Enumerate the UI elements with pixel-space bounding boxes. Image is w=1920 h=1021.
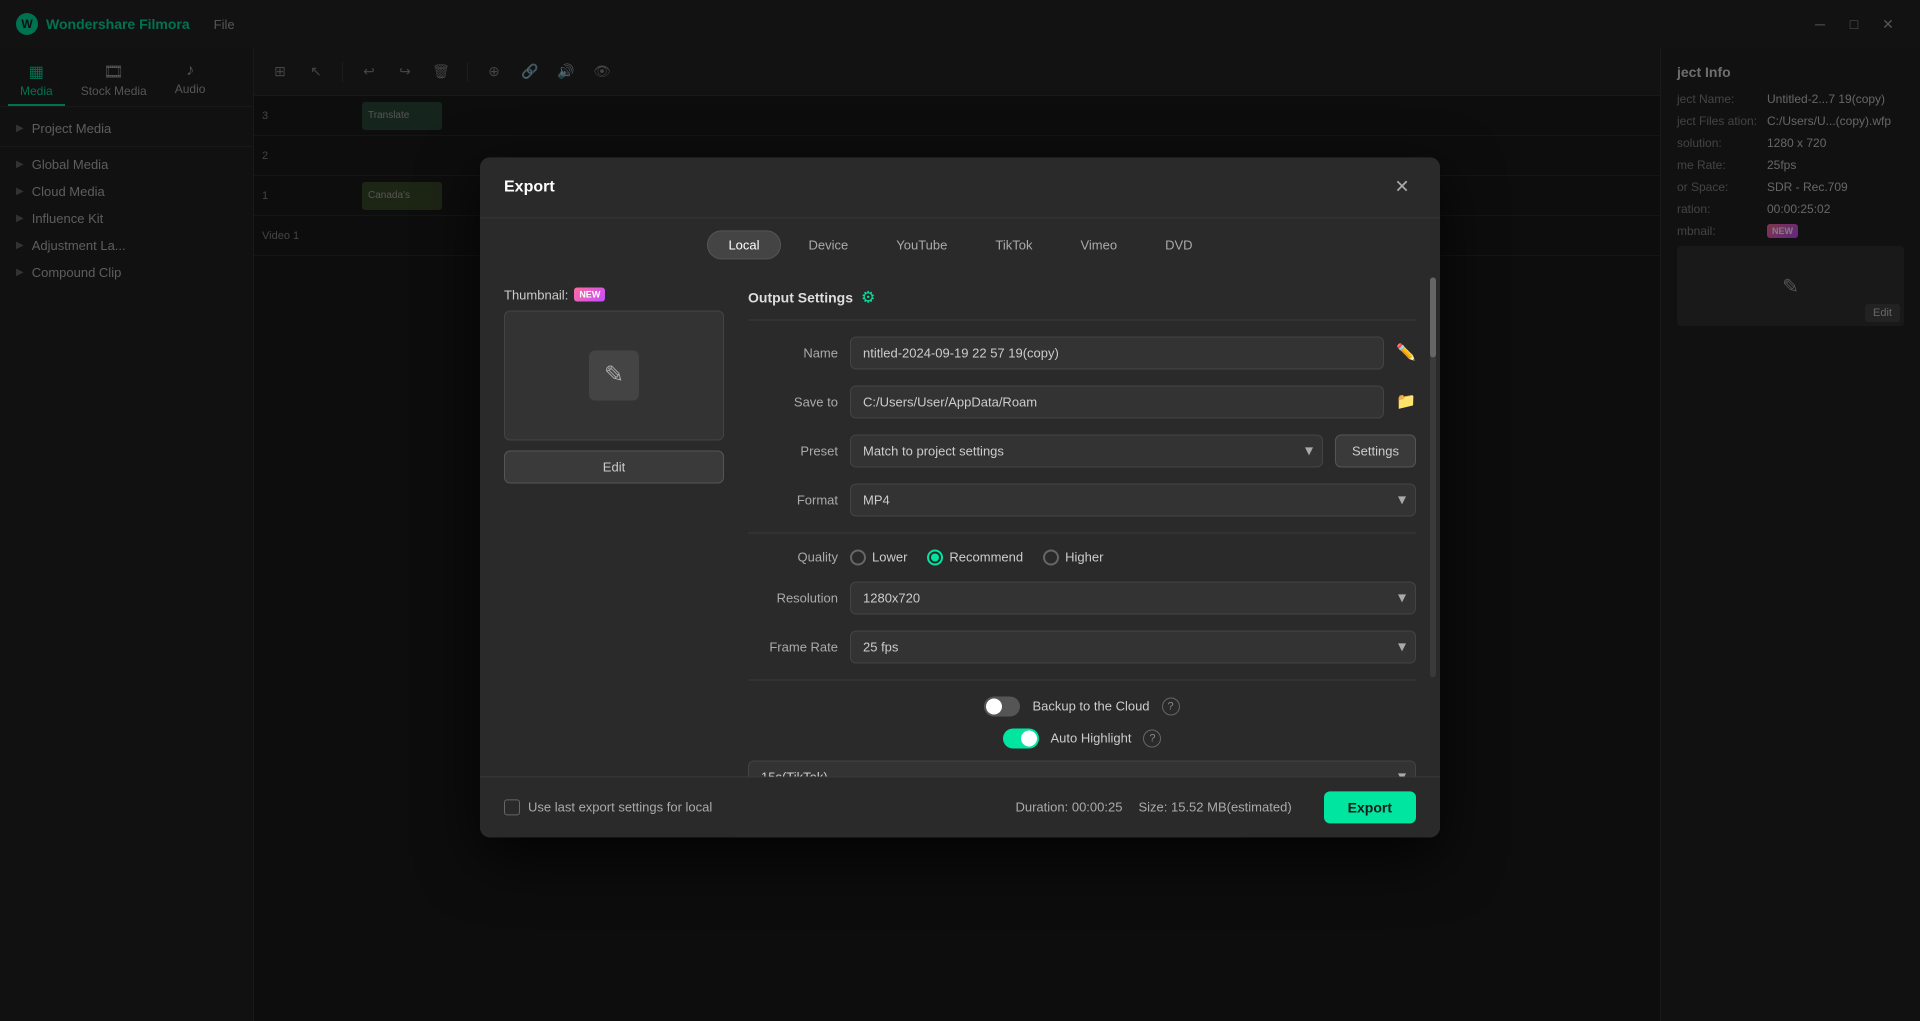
resolution-select[interactable]: 1280x720: [850, 581, 1416, 614]
backup-label: Backup to the Cloud: [1032, 698, 1149, 713]
quality-higher-label: Higher: [1065, 549, 1103, 564]
checkbox-label: Use last export settings for local: [528, 799, 712, 814]
size-label: Size:: [1138, 799, 1167, 814]
resolution-select-wrapper: 1280x720: [850, 581, 1416, 614]
resolution-row: Resolution 1280x720: [748, 581, 1416, 614]
name-label: Name: [748, 345, 838, 360]
dialog-header: Export ✕: [480, 157, 1440, 218]
preset-label: Preset: [748, 443, 838, 458]
quality-options: Lower Recommend Higher: [850, 549, 1416, 565]
thumbnail-box: ✎: [504, 310, 724, 440]
auto-highlight-toggle-row: Auto Highlight ?: [748, 728, 1416, 748]
divider: [748, 532, 1416, 533]
save-to-label: Save to: [748, 394, 838, 409]
duration-value: 00:00:25: [1072, 799, 1123, 814]
dialog-scrollbar[interactable]: [1430, 277, 1436, 677]
save-to-row: Save to 📁: [748, 385, 1416, 418]
dialog-title: Export: [504, 178, 555, 196]
toggle-thumb: [986, 698, 1002, 714]
frame-rate-label: Frame Rate: [748, 639, 838, 654]
quality-higher[interactable]: Higher: [1043, 549, 1103, 565]
radio-circle-higher: [1043, 549, 1059, 565]
backup-toggle[interactable]: [984, 696, 1020, 716]
settings-button[interactable]: Settings: [1335, 434, 1416, 467]
frame-rate-select-wrapper: 25 fps: [850, 630, 1416, 663]
output-section: Output Settings ⚙ Name ✏️ Save to 📁: [748, 287, 1416, 760]
name-row: Name ✏️: [748, 336, 1416, 369]
highlight-duration-select[interactable]: 15s(TikTok): [748, 760, 1416, 776]
settings-gear-icon: ⚙: [861, 287, 875, 307]
quality-row: Quality Lower Recommend: [748, 549, 1416, 565]
quality-lower-label: Lower: [872, 549, 907, 564]
tab-youtube[interactable]: YouTube: [876, 230, 967, 259]
output-settings-title: Output Settings: [748, 289, 853, 305]
folder-icon[interactable]: 📁: [1396, 391, 1416, 411]
tab-vimeo[interactable]: Vimeo: [1060, 230, 1137, 259]
export-button[interactable]: Export: [1324, 791, 1416, 823]
radio-dot: [931, 553, 939, 561]
name-input[interactable]: [850, 336, 1384, 369]
thumbnail-new-badge: NEW: [574, 287, 605, 301]
dialog-body: Thumbnail: NEW ✎ Edit Output Settings ⚙: [480, 271, 1440, 776]
footer-size: Size: 15.52 MB(estimated): [1138, 799, 1291, 814]
thumbnail-label-text: Thumbnail:: [504, 287, 568, 302]
preset-row: Preset Match to project settings Setting…: [748, 434, 1416, 467]
quality-label: Quality: [748, 549, 838, 564]
backup-help-icon[interactable]: ?: [1162, 697, 1180, 715]
auto-highlight-label: Auto Highlight: [1051, 730, 1132, 745]
divider-2: [748, 679, 1416, 680]
format-row: Format MP4: [748, 483, 1416, 516]
frame-rate-select[interactable]: 25 fps: [850, 630, 1416, 663]
quality-recommend[interactable]: Recommend: [927, 549, 1023, 565]
radio-circle-lower: [850, 549, 866, 565]
footer-duration: Duration: 00:00:25: [1015, 799, 1122, 814]
modal-overlay: Export ✕ Local Device YouTube TikTok Vim…: [0, 0, 1920, 1021]
tab-local[interactable]: Local: [707, 230, 780, 259]
export-tabs: Local Device YouTube TikTok Vimeo DVD: [480, 218, 1440, 271]
duration-label: Duration:: [1015, 799, 1068, 814]
quality-recommend-label: Recommend: [949, 549, 1023, 564]
frame-rate-row: Frame Rate 25 fps: [748, 630, 1416, 663]
dialog-close-button[interactable]: ✕: [1388, 173, 1416, 201]
highlight-duration-wrapper: 15s(TikTok): [748, 760, 1416, 776]
edit-thumbnail-button[interactable]: Edit: [504, 450, 724, 483]
format-select-wrapper: MP4: [850, 483, 1416, 516]
quality-lower[interactable]: Lower: [850, 549, 907, 565]
pencil-icon: ✎: [604, 360, 624, 389]
dialog-footer: Use last export settings for local Durat…: [480, 776, 1440, 837]
auto-highlight-help-icon[interactable]: ?: [1143, 729, 1161, 747]
ai-icon[interactable]: ✏️: [1396, 342, 1416, 362]
tab-tiktok[interactable]: TikTok: [975, 230, 1052, 259]
resolution-label: Resolution: [748, 590, 838, 605]
output-header: Output Settings ⚙: [748, 287, 1416, 320]
tab-device[interactable]: Device: [789, 230, 869, 259]
format-select[interactable]: MP4: [850, 483, 1416, 516]
format-label: Format: [748, 492, 838, 507]
save-to-input[interactable]: [850, 385, 1384, 418]
thumbnail-edit-icon: ✎: [589, 350, 639, 400]
export-dialog: Export ✕ Local Device YouTube TikTok Vim…: [480, 157, 1440, 837]
size-value: 15.52 MB(estimated): [1171, 799, 1292, 814]
auto-highlight-toggle[interactable]: [1003, 728, 1039, 748]
scrollbar-thumb: [1430, 277, 1436, 357]
preset-select-wrapper: Match to project settings: [850, 434, 1323, 467]
use-last-settings-checkbox[interactable]: Use last export settings for local: [504, 799, 712, 815]
backup-toggle-row: Backup to the Cloud ?: [748, 696, 1416, 716]
radio-circle-recommend: [927, 549, 943, 565]
thumbnail-label: Thumbnail: NEW: [504, 287, 724, 302]
checkbox-box[interactable]: [504, 799, 520, 815]
thumbnail-section: Thumbnail: NEW ✎ Edit: [504, 287, 724, 760]
preset-select[interactable]: Match to project settings: [850, 434, 1323, 467]
toggle-thumb: [1021, 730, 1037, 746]
tab-dvd[interactable]: DVD: [1145, 230, 1212, 259]
